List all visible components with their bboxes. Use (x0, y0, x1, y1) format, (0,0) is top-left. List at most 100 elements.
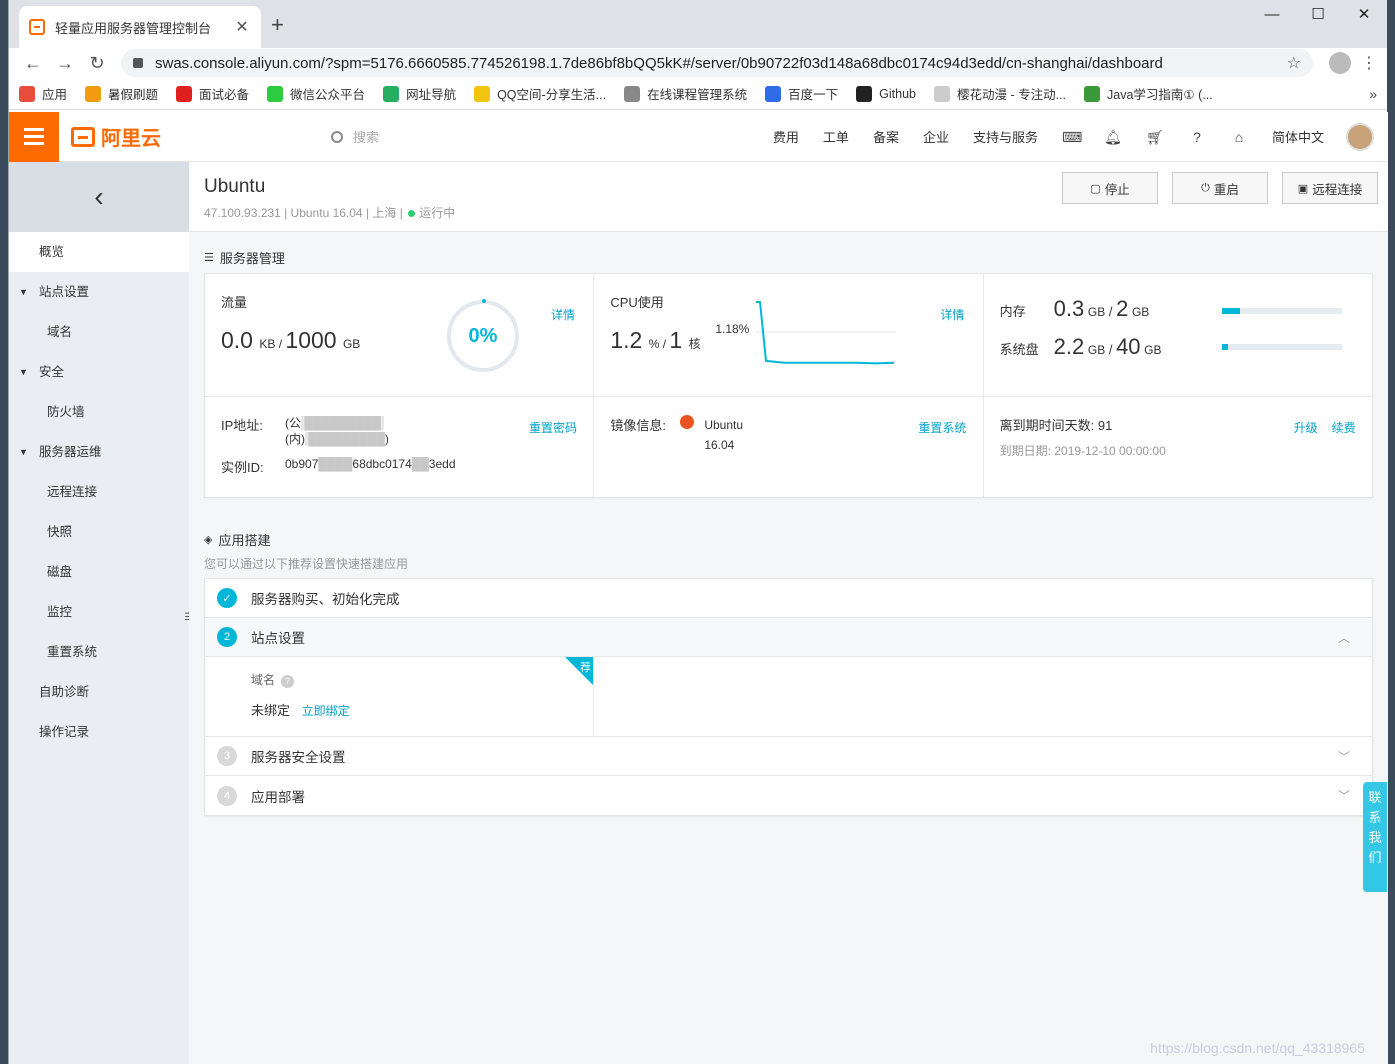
server-os: Ubuntu 16.04 (290, 206, 363, 220)
bookmark-item[interactable]: 网址导航 (383, 84, 456, 103)
step-2-body: 域名? 未绑定 立即绑定 荐 (205, 657, 1372, 737)
ip-public: (公 (285, 416, 301, 430)
bookmark-item[interactable]: QQ空间-分享生活... (474, 84, 606, 103)
bookmark-icon (624, 85, 641, 102)
browser-tab[interactable]: 轻量应用服务器管理控制台 ✕ (19, 6, 261, 48)
sidebar-item[interactable]: 操作记录 (9, 712, 189, 752)
terminal-icon[interactable]: ⌨ (1062, 128, 1082, 146)
aliyun-favicon-icon (29, 19, 45, 35)
header-actions: ▢ 停止 ⏻ 重启 ▣ 远程连接 (1048, 172, 1378, 204)
search-placeholder: 搜索 (353, 130, 380, 145)
help-icon[interactable]: ? (281, 675, 295, 688)
minimize-icon[interactable]: — (1249, 0, 1295, 30)
bookmark-item[interactable]: 在线课程管理系统 (624, 84, 747, 103)
cart-icon[interactable]: 🛒︎ (1146, 128, 1164, 146)
instance-row: 实例ID: 0b907████68dbc0174██3edd (221, 457, 456, 475)
bookmark-item[interactable]: Github (856, 85, 916, 102)
step-1[interactable]: ✓ 服务器购买、初始化完成 (205, 579, 1372, 618)
nav-fees[interactable]: 费用 (773, 127, 799, 146)
avatar[interactable] (1346, 122, 1374, 151)
maximize-icon[interactable]: ☐ (1295, 0, 1341, 30)
bookmark-item[interactable]: 微信公众平台 (267, 84, 365, 103)
watermark: https://blog.csdn.net/qq_43318965 (1150, 1040, 1365, 1056)
aliyun-logo[interactable]: 阿里云 (71, 122, 161, 151)
sidebar-item[interactable]: 站点设置 (9, 272, 189, 312)
page-header: Ubuntu 47.100.93.231 | Ubuntu 16.04 | 上海… (189, 162, 1388, 232)
bookmark-icon (856, 85, 873, 102)
more-bookmarks-icon[interactable]: » (1369, 86, 1377, 102)
menu-icon[interactable] (9, 111, 59, 162)
profile-icon[interactable] (1329, 52, 1351, 74)
help-icon[interactable]: ? (1188, 128, 1206, 146)
url-input[interactable]: swas.console.aliyun.com/?spm=5176.666058… (121, 49, 1313, 77)
browser-window: 轻量应用服务器管理控制台 ✕ + — ☐ ✕ ← → ↻ swas.consol… (8, 0, 1388, 1064)
sidebar-item[interactable]: 服务器运维 (9, 432, 189, 472)
chevron-down-icon[interactable]: ﹀ (1338, 748, 1350, 765)
power-icon: ⏻ (1201, 181, 1210, 194)
tab-bar: 轻量应用服务器管理控制台 ✕ + — ☐ ✕ (9, 0, 1387, 48)
nav-icp[interactable]: 备案 (873, 127, 899, 146)
restart-button[interactable]: ⏻ 重启 (1172, 172, 1268, 204)
check-icon: ✓ (217, 588, 237, 608)
nav-support[interactable]: 支持与服务 (973, 127, 1038, 146)
sidebar-item[interactable]: 概览 (9, 232, 189, 272)
bind-domain-link[interactable]: 立即绑定 (302, 704, 350, 718)
step-3[interactable]: 3 服务器安全设置 ﹀ (205, 737, 1372, 776)
reset-password-link[interactable]: 重置密码 (529, 419, 577, 436)
bookmark-item[interactable]: 暑假刷题 (85, 84, 158, 103)
ip-private: (内) (285, 432, 305, 446)
forward-icon[interactable]: → (49, 53, 81, 74)
bookmark-item[interactable]: 百度一下 (765, 84, 838, 103)
chevron-up-icon[interactable]: ︿ (1338, 629, 1350, 646)
language-switch[interactable]: 简体中文 (1272, 127, 1324, 146)
renew-link[interactable]: 续费 (1332, 419, 1356, 436)
home-icon[interactable]: ⌂ (1230, 128, 1248, 146)
remote-connect-button[interactable]: ▣ 远程连接 (1282, 172, 1378, 204)
browser-menu-icon[interactable]: ⋮ (1359, 53, 1379, 73)
back-chevron-icon[interactable]: ‹ (9, 162, 189, 232)
cpu-panel: CPU使用 1.2 % / 1 核 1.18% 详情 (593, 274, 982, 396)
sidebar-item[interactable]: 防火墙 (9, 392, 189, 432)
sidebar-item[interactable]: 远程连接 (9, 472, 189, 512)
upgrade-link[interactable]: 升级 (1294, 419, 1318, 436)
nav-enterprise[interactable]: 企业 (923, 127, 949, 146)
app-header: 阿里云 搜索 费用 工单 备案 企业 支持与服务 ⌨ 🔔︎ 🛒︎ ? ⌂ 简体中… (9, 111, 1388, 162)
sidebar: ‹ 概览站点设置域名安全防火墙服务器运维远程连接快照磁盘监控重置系统自助诊断操作… (9, 162, 197, 1064)
sidebar-item[interactable]: 快照 (9, 512, 189, 552)
bell-icon[interactable]: 🔔︎ (1104, 128, 1122, 146)
cpu-detail-link[interactable]: 详情 (940, 306, 964, 323)
sidebar-item[interactable]: 域名 (9, 312, 189, 352)
bookmark-item[interactable]: Java学习指南① (... (1084, 84, 1213, 103)
back-icon[interactable]: ← (17, 53, 49, 74)
chevron-down-icon[interactable]: ﹀ (1338, 787, 1350, 804)
step-4[interactable]: 4 应用部署 ﹀ (205, 776, 1372, 815)
sidebar-item[interactable]: 重置系统 (9, 632, 189, 672)
contact-us-button[interactable]: 联系我们 (1363, 782, 1387, 892)
nav-tickets[interactable]: 工单 (823, 127, 849, 146)
search-box[interactable]: 搜索 (331, 127, 379, 146)
sidebar-item[interactable]: 磁盘 (9, 552, 189, 592)
traffic-value: 0.0 KB / 1000 GB (221, 327, 361, 353)
top-nav: 费用 工单 备案 企业 支持与服务 ⌨ 🔔︎ 🛒︎ ? ⌂ 简体中文 (761, 122, 1388, 151)
sidebar-item[interactable]: 安全 (9, 352, 189, 392)
close-tab-icon[interactable]: ✕ (233, 17, 251, 37)
reload-icon[interactable]: ↻ (81, 53, 113, 74)
bookmark-item[interactable]: 樱花动漫 - 专注动... (933, 84, 1066, 103)
traffic-percent-ring: 0% (447, 299, 519, 372)
stop-button[interactable]: ▢ 停止 (1062, 172, 1158, 204)
bookmark-item[interactable]: 面试必备 (176, 84, 249, 103)
bookmark-star-icon[interactable]: ☆ (1287, 53, 1301, 73)
bookmark-item[interactable]: 应用 (19, 84, 67, 103)
new-tab-icon[interactable]: + (271, 12, 284, 38)
step-2[interactable]: 2 站点设置 ︿ (205, 618, 1372, 657)
bookmark-icon (933, 85, 950, 102)
reset-system-link[interactable]: 重置系统 (918, 419, 966, 436)
stop-icon: ▢ (1090, 182, 1101, 195)
bookmarks-bar: 应用 暑假刷题 面试必备 微信公众平台 网址导航 QQ空间-分享生活... 在线课程管理系统… (9, 78, 1387, 110)
sidebar-item[interactable]: 监控 (9, 592, 189, 632)
sidebar-item[interactable]: 自助诊断 (9, 672, 189, 712)
image-panel: 镜像信息: Ubuntu 16.04 重置系统 (593, 397, 982, 497)
close-window-icon[interactable]: ✕ (1341, 0, 1387, 30)
traffic-detail-link[interactable]: 详情 (551, 306, 575, 323)
bookmark-icon (85, 85, 102, 102)
